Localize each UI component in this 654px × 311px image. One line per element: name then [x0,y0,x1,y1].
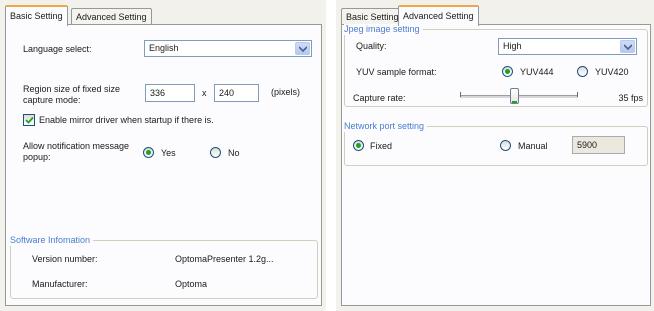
yuv-format-label: YUV sample format: [356,67,437,77]
manufacturer-label: Manufacturer: [32,279,88,289]
port-manual-radio[interactable] [500,140,511,151]
region-height-value: 240 [219,88,235,98]
software-info-group: Software Infomation Version number: Opto… [10,235,318,299]
capture-rate-slider[interactable] [460,85,578,107]
advanced-setting-page: Jpeg image setting Quality: High YUV sam… [341,24,651,306]
chevron-down-icon[interactable] [295,42,310,55]
manufacturer-value: Optoma [175,279,208,289]
popup-no-radio[interactable] [210,147,221,158]
slider-thumb[interactable] [510,88,519,104]
chevron-down-icon[interactable] [620,40,635,53]
capture-rate-label: Capture rate: [353,93,406,103]
basic-setting-panel: Basic Setting Advanced Setting Language … [0,0,326,311]
checkmark-icon [25,116,34,124]
yuv420-radio[interactable] [577,66,588,77]
slider-tick [577,92,578,97]
language-select-value: English [149,43,179,53]
language-select-label: Language select: [23,44,92,54]
slider-tick [460,92,461,97]
port-manual-label: Manual [518,141,548,151]
region-width-value: 336 [150,88,166,98]
language-select[interactable]: English [144,40,312,57]
mirror-driver-checkbox[interactable] [23,114,35,126]
yuv420-label: YUV420 [595,67,629,77]
panel-divider [326,0,336,311]
popup-yes-radio[interactable] [143,147,154,158]
mirror-driver-label: Enable mirror driver when startup if the… [39,115,214,125]
port-fixed-label: Fixed [370,141,393,151]
yuv444-label: YUV444 [520,67,554,77]
quality-label: Quality: [356,41,387,51]
selected-dot-icon [146,150,151,155]
selected-dot-icon [356,143,361,148]
region-size-label: Region size of fixed size capture mode: [23,84,121,105]
notification-popup-label: Allow notification message popup: [23,141,130,162]
port-number-field[interactable]: 5900 [572,136,625,154]
region-unit-label: (pixels) [271,87,301,97]
region-height-field[interactable]: 240 [214,84,259,102]
tab-advanced-setting[interactable]: Advanced Setting [71,8,152,25]
tab-basic-setting[interactable]: Basic Setting [5,5,68,26]
slider-track [460,95,578,99]
network-port-group: Network port setting Fixed Manual 5900 [344,121,648,166]
version-number-value: OptomaPresenter 1.2g... [175,254,274,264]
port-fixed-radio[interactable] [353,140,364,151]
region-width-field[interactable]: 336 [145,84,195,102]
quality-select-value: High [503,41,522,51]
selected-dot-icon [505,69,510,74]
popup-no-label: No [228,148,240,158]
tab-advanced-setting[interactable]: Advanced Setting [398,5,479,26]
network-port-title: Network port setting [344,121,428,132]
version-number-label: Version number: [32,254,98,264]
basic-setting-page: Language select: English Region size of … [5,24,322,306]
port-number-value: 5900 [577,140,598,150]
region-separator: x [202,88,207,98]
yuv444-radio[interactable] [502,66,513,77]
popup-yes-label: Yes [161,148,176,158]
quality-select[interactable]: High [498,38,637,55]
software-info-title: Software Infomation [10,235,94,246]
tab-basic-setting[interactable]: Basic Setting [341,8,404,25]
capture-rate-value: 35 fps [618,93,643,103]
advanced-setting-panel: Basic Setting Advanced Setting Jpeg imag… [336,0,654,311]
